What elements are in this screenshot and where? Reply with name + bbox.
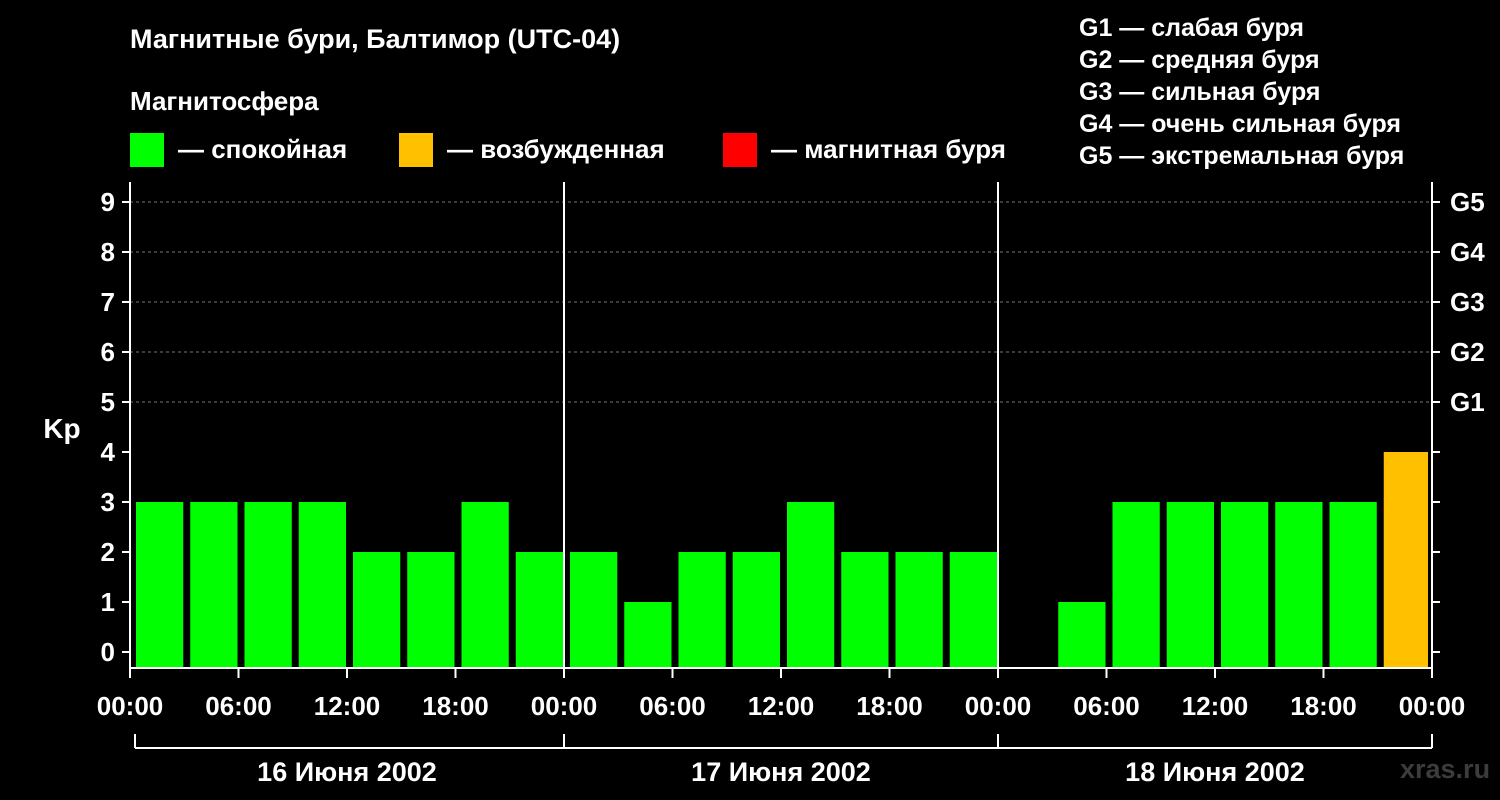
y-tick-label-8: 8 [101,237,115,267]
x-tick-label-12: 00:00 [1399,691,1466,721]
g-level-label-g5: G5 [1450,187,1485,217]
g-level-label-g2: G2 [1450,337,1485,367]
x-tick-label-3: 18:00 [422,691,489,721]
kp-bar-17 [1058,602,1106,668]
y-tick-label-9: 9 [101,187,115,217]
kp-bar-10 [678,552,726,668]
kp-bar-9 [624,602,672,668]
kp-chart: 0 1 2 3 4 5 6 7 8 9 Kp G1 G2 G3 G4 G5 00:00 06:00 12:00 18:… [43,182,1485,787]
x-tick-label-1: 06:00 [205,691,272,721]
day-label-1: 17 Июня 2002 [691,757,871,787]
kp-bar-15 [949,552,997,668]
y-tick-label-2: 2 [101,537,115,567]
x-tick-label-5: 06:00 [639,691,706,721]
day-label-2: 18 Июня 2002 [1125,757,1305,787]
kp-bar-7 [515,552,563,668]
x-tick-label-10: 12:00 [1182,691,1249,721]
kp-bar-13 [841,552,889,668]
kp-bar-1 [190,502,238,668]
y-tick-label-5: 5 [101,387,115,417]
kp-bar-2 [244,502,292,668]
kp-bar-11 [732,552,780,668]
kp-bar-0 [136,502,184,668]
x-tick-label-2: 12:00 [314,691,381,721]
x-tick-label-7: 18:00 [856,691,923,721]
kp-bar-23 [1383,452,1428,668]
kp-bar-5 [407,552,455,668]
x-tick-label-11: 18:00 [1290,691,1357,721]
kp-bar-8 [570,552,618,668]
g-level-label-g4: G4 [1450,237,1485,267]
y-axis-label: Kp [43,413,80,444]
y-tick-label-3: 3 [101,487,115,517]
x-tick-label-4: 00:00 [531,691,598,721]
y-tick-label-1: 1 [101,587,115,617]
kp-bar-22 [1329,502,1377,668]
kp-bar-14 [895,552,943,668]
x-tick-label-9: 06:00 [1073,691,1140,721]
kp-bar-20 [1221,502,1269,668]
y-tick-label-0: 0 [101,637,115,667]
x-tick-label-0: 00:00 [97,691,164,721]
kp-bar-12 [787,502,835,668]
kp-bar-3 [298,502,346,668]
x-tick-label-6: 12:00 [748,691,815,721]
day-label-0: 16 Июня 2002 [257,757,437,787]
y-tick-label-6: 6 [101,337,115,367]
y-tick-label-7: 7 [101,287,115,317]
kp-bar-21 [1275,502,1323,668]
kp-bar-18 [1112,502,1160,668]
kp-bar-4 [353,552,401,668]
x-tick-label-8: 00:00 [965,691,1032,721]
y-tick-label-4: 4 [101,437,116,467]
g-level-label-g1: G1 [1450,387,1485,417]
g-level-label-g3: G3 [1450,287,1485,317]
kp-bar-6 [461,502,509,668]
kp-bar-19 [1166,502,1214,668]
